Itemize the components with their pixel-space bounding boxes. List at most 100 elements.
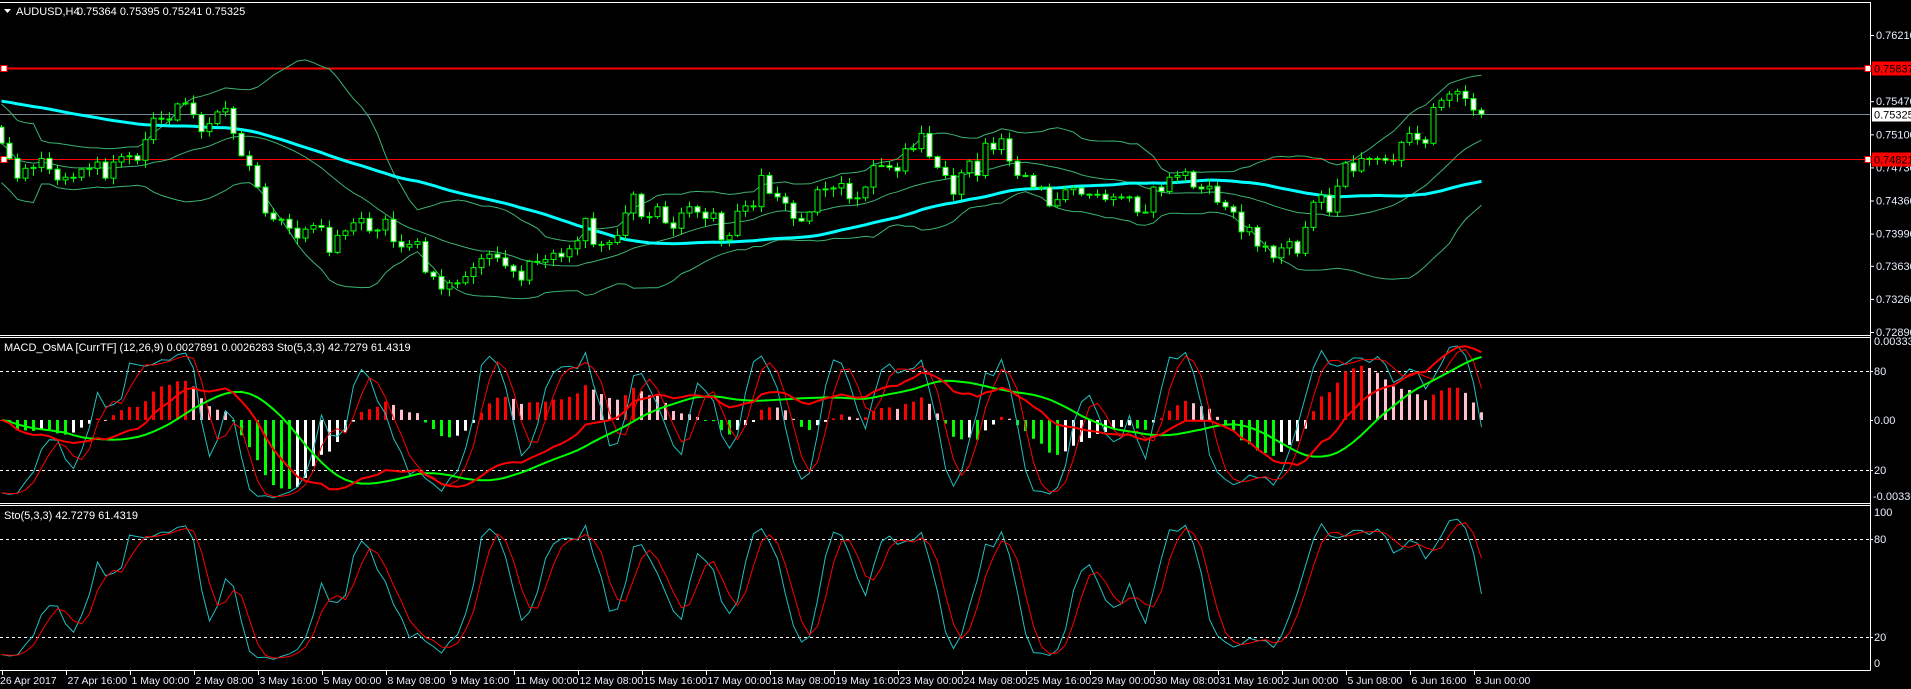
trading-chart[interactable]: 0.762100.754700.751000.747300.743600.739… <box>0 0 1911 689</box>
candle[interactable] <box>238 130 245 157</box>
time-tick-label: 18 May 08:00 <box>772 675 836 687</box>
candle-body <box>78 168 85 178</box>
candle-body <box>446 282 453 290</box>
osma-histogram-bar <box>888 407 891 420</box>
osma-histogram-bar <box>464 420 467 431</box>
candle-body <box>1126 196 1133 199</box>
osma-histogram-bar <box>40 420 43 429</box>
osma-histogram-bar <box>1416 394 1419 420</box>
osma-histogram-bar <box>792 418 795 420</box>
osma-histogram-bar <box>952 420 955 437</box>
candle[interactable] <box>934 155 941 169</box>
candle-body <box>366 217 373 232</box>
candle-body <box>718 212 725 241</box>
osma-histogram-bar <box>1432 394 1435 420</box>
candle[interactable] <box>1190 170 1197 190</box>
osma-histogram-bar <box>128 406 131 420</box>
candle[interactable] <box>102 158 109 181</box>
osma-histogram-bar <box>1264 420 1267 453</box>
osma-histogram-bar <box>984 420 987 431</box>
osma-histogram-bar <box>120 410 123 420</box>
candle-body <box>1430 106 1437 144</box>
candle-body <box>574 240 581 250</box>
candle-body <box>142 139 149 161</box>
candle-body <box>534 260 541 263</box>
line-handle-right[interactable] <box>1864 156 1872 163</box>
osma-histogram-bar <box>1448 387 1451 420</box>
osma-histogram-bar <box>1376 372 1379 420</box>
candle-body <box>430 271 437 278</box>
osma-histogram-bar <box>584 385 587 420</box>
candle-body <box>670 222 677 229</box>
time-tick-label: 19 May 16:00 <box>836 675 900 687</box>
osma-histogram-bar <box>1392 386 1395 420</box>
osma-histogram-bar <box>176 381 179 420</box>
time-tick-label: 23 May 00:00 <box>900 675 964 687</box>
time-tick-label: 29 May 00:00 <box>1092 675 1156 687</box>
candle-body <box>302 228 309 239</box>
candle-body <box>886 165 893 168</box>
candle[interactable] <box>766 172 773 195</box>
candle-body <box>1446 93 1453 101</box>
candle-body <box>966 160 973 174</box>
osma-histogram-bar <box>336 420 339 443</box>
candle[interactable] <box>1430 103 1437 146</box>
line-handle-left[interactable] <box>0 65 8 72</box>
osma-histogram-bar <box>752 420 755 422</box>
candle-body <box>1414 132 1421 141</box>
osma-histogram-bar <box>648 395 651 420</box>
candle[interactable] <box>1046 183 1053 208</box>
candle-body <box>342 230 349 236</box>
candle-body <box>262 186 269 214</box>
osma-histogram-bar <box>856 418 859 420</box>
osma-histogram-bar <box>1184 400 1187 420</box>
candle-body <box>414 241 421 245</box>
candle[interactable] <box>758 168 765 213</box>
candle-body <box>390 218 397 243</box>
osma-histogram-bar <box>424 420 427 423</box>
osma-histogram-bar <box>568 396 571 420</box>
candle-body <box>1382 157 1389 161</box>
line-handle-right[interactable] <box>1864 65 1872 72</box>
candle[interactable] <box>0 124 5 145</box>
candle-body <box>166 118 173 121</box>
candle-body <box>814 189 821 213</box>
candle-body <box>1422 139 1429 144</box>
osma-histogram-bar <box>1336 382 1339 420</box>
candle[interactable] <box>638 192 645 220</box>
line-handle-left[interactable] <box>0 156 8 163</box>
price-tick-label: 0.75470 <box>1876 96 1911 108</box>
candle-body <box>438 276 445 290</box>
stoch-axis-80: 80 <box>1874 534 1886 546</box>
candle-body <box>206 123 213 133</box>
osma-histogram-bar <box>1176 405 1179 420</box>
candle-body <box>494 253 501 259</box>
candle-body <box>326 226 333 253</box>
candle[interactable] <box>174 102 181 122</box>
osma-histogram-bar <box>144 401 147 420</box>
osma-histogram-bar <box>1040 420 1043 444</box>
candle-body <box>766 174 773 194</box>
candle-body <box>1366 157 1373 160</box>
candle-body <box>1070 187 1077 191</box>
candle-body <box>1062 189 1069 201</box>
candle[interactable] <box>1342 161 1349 189</box>
osma-histogram-bar <box>288 420 291 489</box>
osma-histogram-bar <box>992 420 995 425</box>
candle-body <box>1222 201 1229 208</box>
stoch-axis-20: 20 <box>1874 632 1886 644</box>
candle[interactable] <box>422 237 429 274</box>
candle[interactable] <box>814 186 821 216</box>
candle-body <box>486 253 493 260</box>
candle[interactable] <box>262 183 269 217</box>
osma-histogram-bar <box>1168 410 1171 420</box>
candle[interactable] <box>1310 200 1317 232</box>
osma-histogram-bar <box>1320 396 1323 420</box>
candle[interactable] <box>982 138 989 179</box>
candle-body <box>622 212 629 236</box>
candle-body <box>1398 141 1405 161</box>
candle-body <box>566 248 573 258</box>
macd-axis-zero: 0.00 <box>1874 415 1895 427</box>
candle[interactable] <box>214 109 221 126</box>
candle[interactable] <box>254 162 261 189</box>
